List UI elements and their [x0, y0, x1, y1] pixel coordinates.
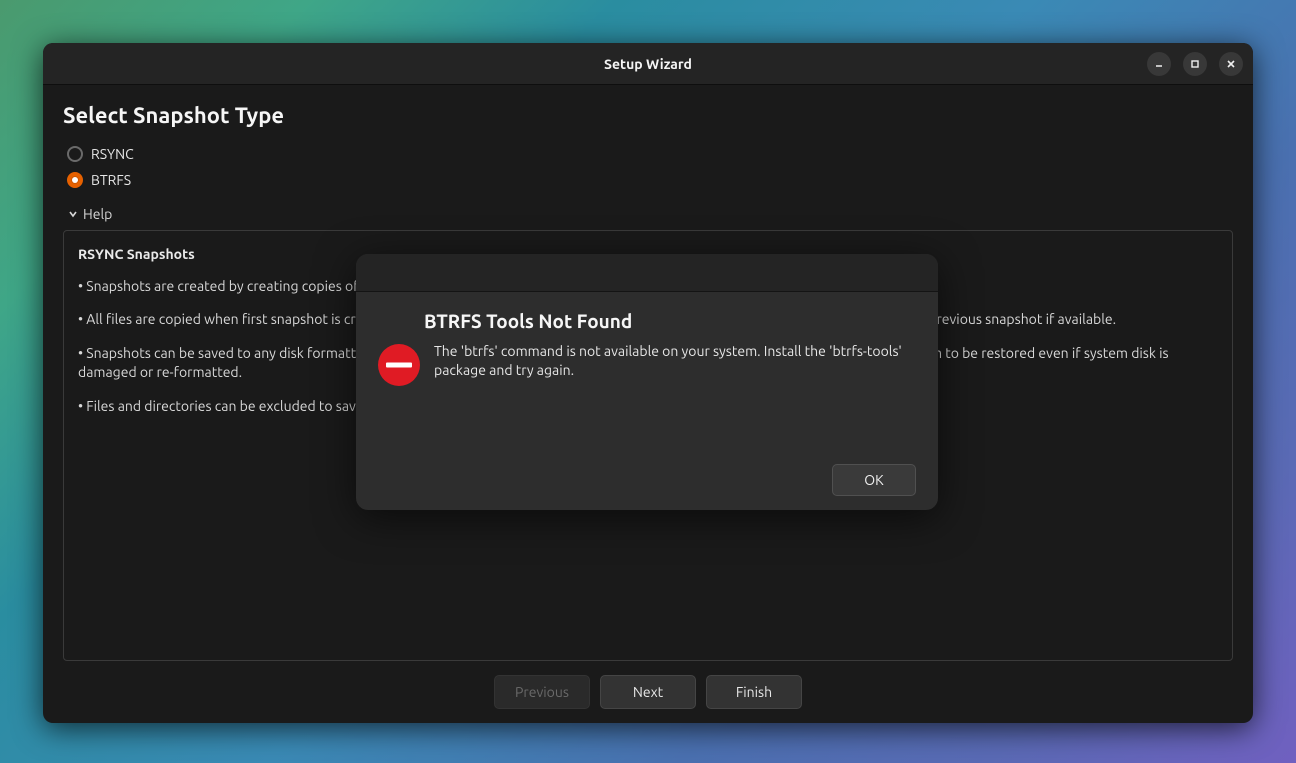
window-controls	[1147, 52, 1243, 76]
close-button[interactable]	[1219, 52, 1243, 76]
finish-button[interactable]: Finish	[706, 675, 802, 709]
chevron-down-icon	[67, 208, 79, 220]
previous-button: Previous	[494, 675, 590, 709]
radio-option-rsync[interactable]: RSYNC	[63, 146, 1233, 162]
maximize-icon	[1190, 59, 1200, 69]
titlebar: Setup Wizard	[43, 43, 1253, 85]
maximize-button[interactable]	[1183, 52, 1207, 76]
wizard-footer: Previous Next Finish	[63, 661, 1233, 709]
help-label: Help	[83, 206, 112, 222]
radio-option-btrfs[interactable]: BTRFS	[63, 172, 1233, 188]
radio-label-btrfs: BTRFS	[91, 172, 131, 188]
radio-label-rsync: RSYNC	[91, 146, 134, 162]
ok-button[interactable]: OK	[832, 464, 916, 496]
error-dialog: BTRFS Tools Not Found The 'btrfs' comman…	[356, 254, 938, 510]
radio-icon	[67, 172, 83, 188]
dialog-title: BTRFS Tools Not Found	[424, 310, 916, 332]
dialog-message: The 'btrfs' command is not available on …	[434, 342, 904, 380]
dialog-body: BTRFS Tools Not Found The 'btrfs' comman…	[356, 292, 938, 510]
help-expander[interactable]: Help	[63, 206, 1233, 222]
minimize-button[interactable]	[1147, 52, 1171, 76]
close-icon	[1226, 59, 1236, 69]
dialog-titlebar[interactable]	[356, 254, 938, 292]
next-button[interactable]: Next	[600, 675, 696, 709]
error-icon	[378, 344, 420, 386]
window-title: Setup Wizard	[604, 56, 692, 72]
page-title: Select Snapshot Type	[63, 103, 1233, 128]
radio-icon	[67, 146, 83, 162]
minimize-icon	[1154, 59, 1164, 69]
